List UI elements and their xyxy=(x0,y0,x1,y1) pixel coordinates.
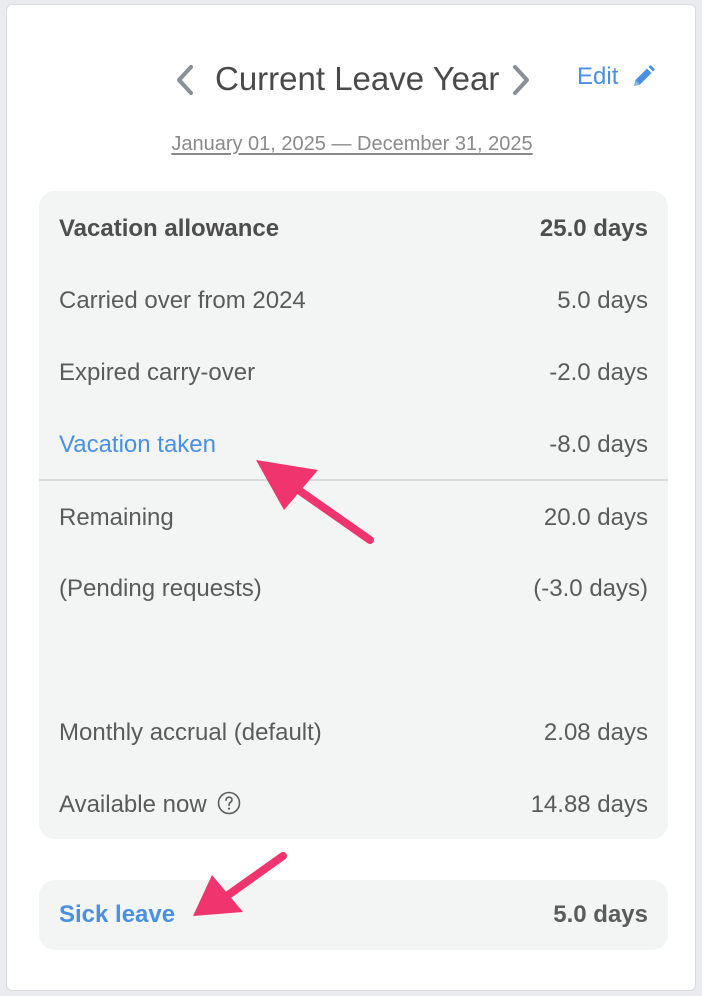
row-label: Available now xyxy=(59,791,207,818)
leave-year-header: Current Leave Year Edit xyxy=(7,55,697,105)
pencil-icon xyxy=(634,65,656,86)
available-now-row: Available now 14.88 days xyxy=(59,787,648,823)
row-label: Monthly accrual (default) xyxy=(59,719,322,746)
divider xyxy=(39,479,668,481)
chevron-left-icon xyxy=(177,65,193,95)
row-value: 25.0 days xyxy=(539,215,648,242)
remaining-row: Remaining 20.0 days xyxy=(59,500,648,536)
row-label: (Pending requests) xyxy=(59,575,262,602)
pending-requests-row: (Pending requests) (-3.0 days) xyxy=(59,571,648,607)
sick-leave-row: Sick leave 5.0 days xyxy=(59,897,648,933)
edit-button[interactable]: Edit xyxy=(577,59,656,95)
monthly-accrual-row: Monthly accrual (default) 2.08 days xyxy=(59,715,648,751)
sick-leave-link[interactable]: Sick leave xyxy=(59,901,175,929)
row-label: Carried over from 2024 xyxy=(59,287,306,314)
row-value: 5.0 days xyxy=(553,901,648,928)
row-label: Vacation allowance xyxy=(59,215,280,242)
row-value: 2.08 days xyxy=(543,719,648,746)
question-circle-icon[interactable] xyxy=(217,791,241,815)
leave-year-card: Current Leave Year Edit January 01, 2025… xyxy=(6,4,696,991)
row-value: (-3.0 days) xyxy=(533,575,648,602)
edit-label: Edit xyxy=(577,63,619,90)
row-label: Remaining xyxy=(59,504,174,531)
vacation-taken-row: Vacation taken -8.0 days xyxy=(59,427,648,463)
sick-leave-panel: Sick leave 5.0 days xyxy=(39,880,668,950)
vacation-summary-panel: Vacation allowance 25.0 days Carried ove… xyxy=(39,191,668,839)
page-title: Current Leave Year xyxy=(215,60,500,97)
vacation-taken-link[interactable]: Vacation taken xyxy=(59,431,216,459)
chevron-right-icon xyxy=(513,65,529,95)
expired-carry-over-row: Expired carry-over -2.0 days xyxy=(59,355,648,391)
row-value: 20.0 days xyxy=(543,504,648,531)
previous-year-button[interactable] xyxy=(173,63,197,97)
row-value: -2.0 days xyxy=(549,359,648,386)
next-year-button[interactable] xyxy=(509,63,533,97)
leave-year-date-range[interactable]: January 01, 2025 — December 31, 2025 xyxy=(7,133,697,156)
row-value: 5.0 days xyxy=(557,287,648,314)
row-label: Expired carry-over xyxy=(59,359,256,386)
available-now-label-wrap: Available now xyxy=(59,791,241,819)
row-value: -8.0 days xyxy=(549,431,648,458)
row-value: 14.88 days xyxy=(530,791,648,818)
vacation-allowance-row: Vacation allowance 25.0 days xyxy=(59,211,648,247)
carried-over-row: Carried over from 2024 5.0 days xyxy=(59,283,648,319)
